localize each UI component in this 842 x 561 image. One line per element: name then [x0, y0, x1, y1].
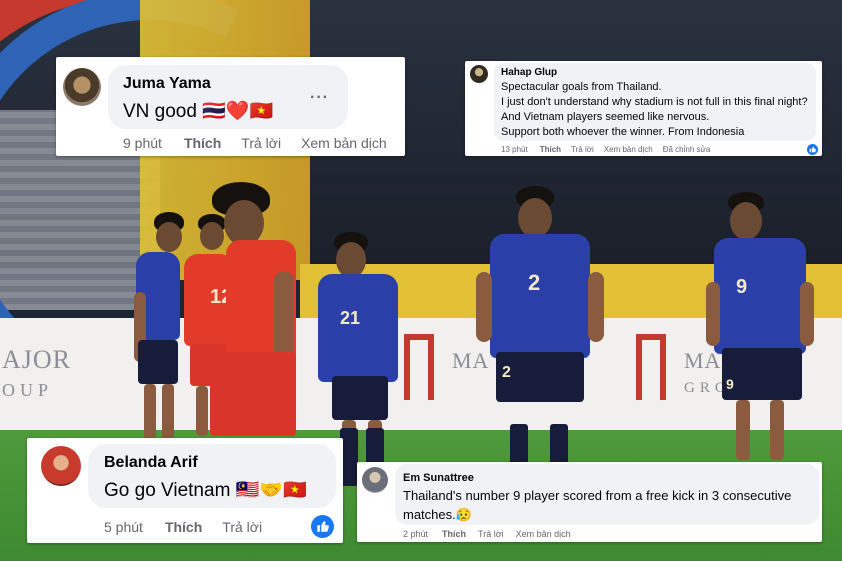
reply-button[interactable]: Trả lời: [222, 519, 262, 535]
comment-text-line: I just don't understand why stadium is n…: [501, 96, 808, 108]
comment-text-line: Thailand's number 9 player scored from a…: [403, 488, 792, 503]
edited-label: Đã chỉnh sửa: [662, 145, 711, 154]
reply-button[interactable]: Trả lời: [571, 145, 594, 154]
jersey-number: 2: [528, 270, 541, 295]
shorts-number: 9: [726, 376, 734, 392]
comment-text-line: matches.😥: [403, 507, 472, 522]
like-button[interactable]: Thích: [540, 145, 561, 154]
board-logo-mark-right: [636, 334, 666, 400]
like-button[interactable]: Thích: [184, 135, 221, 151]
player-thai-2: 2 2: [476, 186, 606, 466]
see-translation-button[interactable]: Xem bản dịch: [301, 135, 387, 151]
comment-author[interactable]: Hahap Glup: [501, 67, 557, 78]
comment-text-line: Support both whoever the winner. From In…: [501, 126, 745, 138]
comment-card-hahap: Hahap Glup Spectacular goals from Thaila…: [465, 61, 822, 156]
comment-card-em: Em Sunattree Thailand's number 9 player …: [357, 462, 822, 542]
like-button[interactable]: Thích: [165, 519, 202, 535]
comment-time[interactable]: 9 phút: [123, 135, 162, 151]
comment-time[interactable]: 2 phút: [403, 529, 428, 539]
like-button[interactable]: Thích: [442, 529, 466, 539]
comment-author[interactable]: Juma Yama: [123, 75, 211, 93]
like-icon[interactable]: [807, 144, 818, 155]
shorts-number: 2: [502, 364, 511, 381]
jersey-number: 21: [340, 308, 361, 328]
comment-text-line: And Vietnam players seemed like nervous.: [501, 111, 710, 123]
comment-time[interactable]: 5 phút: [104, 519, 143, 535]
comment-actions: 5 phút Thích Trả lời: [104, 519, 262, 535]
board-logo-left: AJOR: [2, 345, 72, 374]
see-translation-button[interactable]: Xem bản dịch: [604, 145, 653, 154]
reply-button[interactable]: Trả lời: [478, 529, 504, 539]
avatar[interactable]: [63, 68, 101, 106]
comment-actions: 9 phút Thích Trả lời Xem bản dịch: [123, 135, 387, 151]
board-logo-left-sub: OUP: [2, 380, 54, 400]
comment-time[interactable]: 13 phút: [501, 145, 528, 154]
avatar[interactable]: [470, 65, 488, 83]
like-icon[interactable]: [311, 515, 334, 538]
player-vn-front: [200, 182, 304, 462]
player-thai-9: 9 9: [706, 192, 822, 462]
see-translation-button[interactable]: Xem bản dịch: [516, 529, 571, 539]
board-logo-mark: [404, 334, 434, 400]
comment-text: VN good 🇹🇭❤️🇻🇳: [123, 101, 274, 122]
jersey-number: 9: [736, 276, 748, 298]
more-options-icon[interactable]: ···: [310, 89, 329, 107]
comment-actions: 13 phút Thích Trả lời Xem bản dịch Đã ch…: [501, 145, 710, 154]
comment-actions: 2 phút Thích Trả lời Xem bản dịch: [403, 529, 571, 539]
reply-button[interactable]: Trả lời: [241, 135, 281, 151]
comment-card-belanda: Belanda Arif Go go Vietnam 🇲🇾🤝🇻🇳 5 phút …: [27, 438, 343, 543]
avatar[interactable]: [41, 446, 81, 486]
comment-author[interactable]: Belanda Arif: [104, 454, 198, 472]
comment-text-line: Spectacular goals from Thailand.: [501, 81, 662, 93]
avatar[interactable]: [362, 467, 388, 493]
comment-card-juma: Juma Yama VN good 🇹🇭❤️🇻🇳 ··· 9 phút Thíc…: [56, 57, 405, 156]
comment-author[interactable]: Em Sunattree: [403, 472, 474, 484]
comment-text: Go go Vietnam 🇲🇾🤝🇻🇳: [104, 480, 307, 501]
